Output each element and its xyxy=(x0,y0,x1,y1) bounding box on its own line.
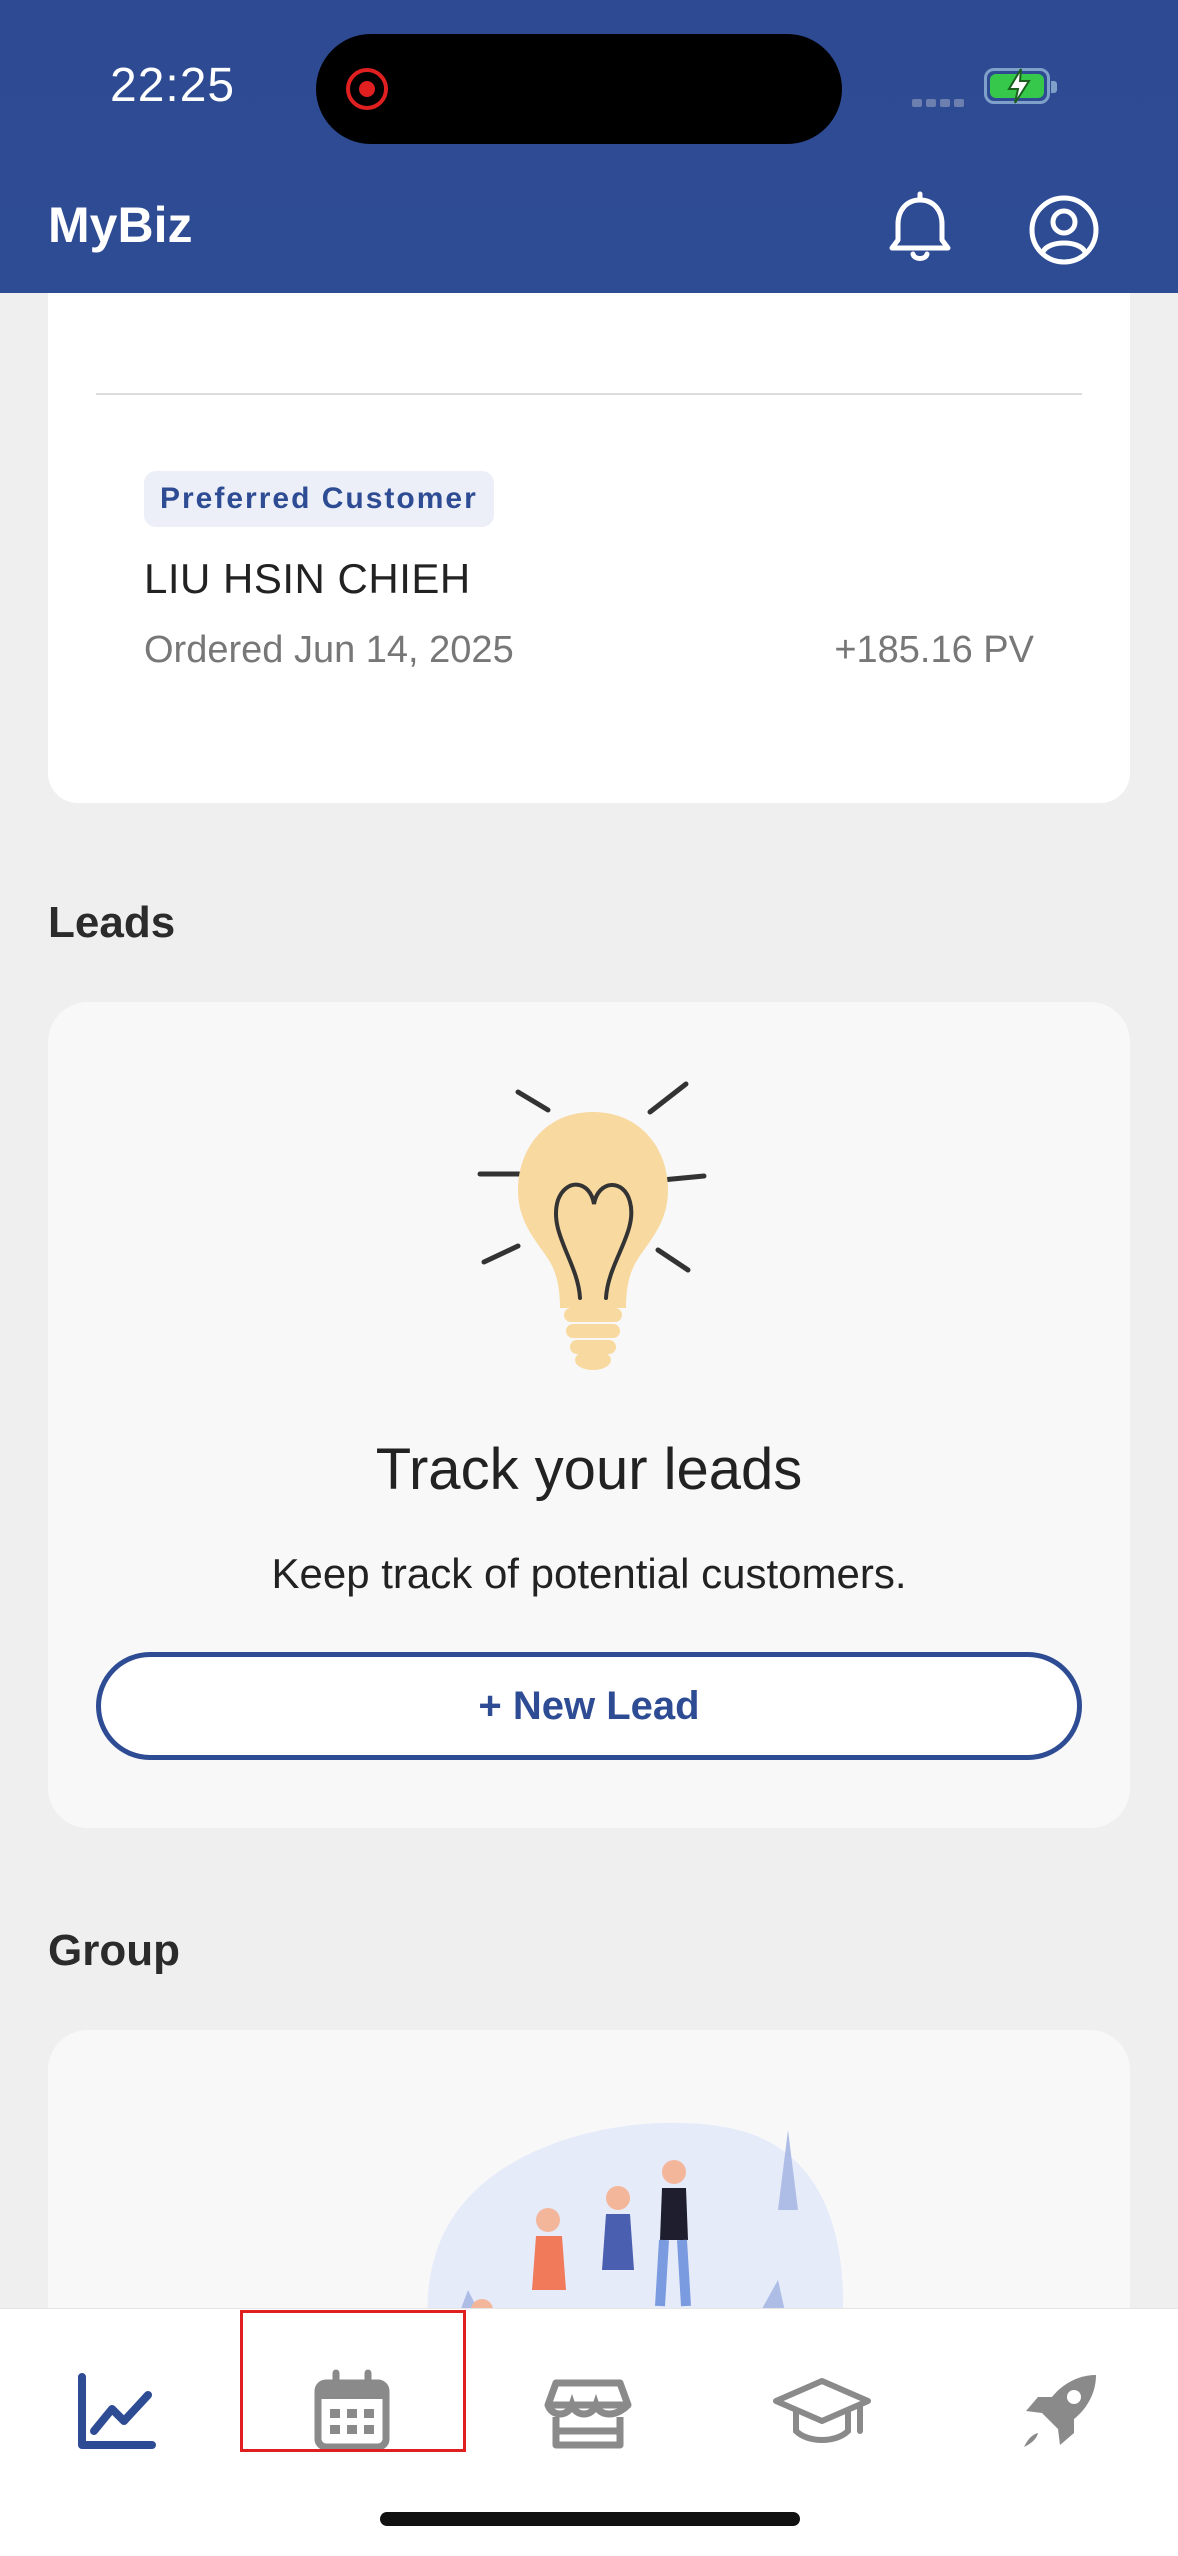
divider xyxy=(96,393,1082,395)
customer-name: LIU HSIN CHIEH xyxy=(144,555,471,602)
nav-store[interactable] xyxy=(538,2361,638,2461)
app-header: 22:25 MyBiz xyxy=(0,0,1178,293)
lightbulb-icon xyxy=(477,1081,707,1370)
rocket-icon xyxy=(1024,2375,1096,2447)
bell-icon xyxy=(889,191,951,261)
store-icon xyxy=(544,2379,632,2449)
customer-type-badge: Preferred Customer xyxy=(144,471,494,527)
highlight-box xyxy=(240,2310,466,2452)
notifications-button[interactable] xyxy=(880,190,960,270)
recent-order-card[interactable]: Preferred Customer LIU HSIN CHIEH Ordere… xyxy=(48,293,1130,803)
recording-icon xyxy=(346,68,388,110)
app-title: MyBiz xyxy=(48,197,193,253)
new-lead-button[interactable]: + New Lead xyxy=(96,1652,1082,1760)
order-pv: +185.16 PV xyxy=(834,629,1034,671)
battery-icon xyxy=(984,68,1057,104)
profile-button[interactable] xyxy=(1026,192,1102,268)
leads-card: Track your leads Keep track of potential… xyxy=(48,1002,1130,1828)
nav-learning[interactable] xyxy=(772,2361,872,2461)
group-section-title: Group xyxy=(48,1926,180,1975)
status-time: 22:25 xyxy=(110,59,236,112)
leads-empty-subtitle: Keep track of potential customers. xyxy=(271,1550,907,1597)
leads-empty-title: Track your leads xyxy=(375,1437,803,1502)
leads-section-title: Leads xyxy=(48,898,176,947)
order-date: Ordered Jun 14, 2025 xyxy=(144,629,514,671)
nav-launch[interactable] xyxy=(1010,2361,1110,2461)
profile-icon xyxy=(1029,195,1099,265)
signal-icon xyxy=(912,94,970,107)
dynamic-island xyxy=(316,34,842,144)
graduation-cap-icon xyxy=(773,2378,871,2443)
nav-dashboard[interactable] xyxy=(66,2361,166,2461)
chart-line-icon xyxy=(78,2373,156,2449)
home-indicator[interactable] xyxy=(380,2512,800,2526)
